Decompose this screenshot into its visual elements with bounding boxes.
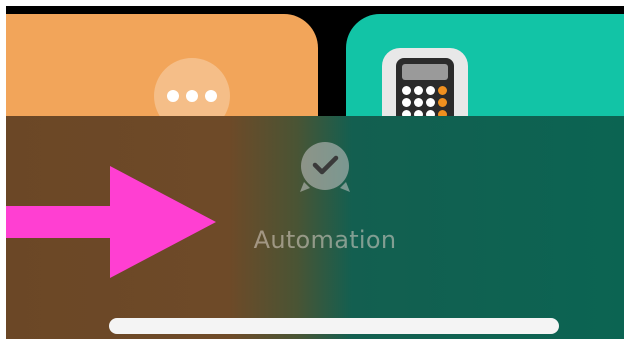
clock-check-icon bbox=[300, 142, 350, 192]
drag-preview-overlay: Automation bbox=[6, 116, 624, 339]
home-indicator[interactable] bbox=[109, 318, 559, 334]
more-dot bbox=[205, 90, 217, 102]
more-dot bbox=[186, 90, 198, 102]
arrow-right-icon bbox=[6, 166, 216, 278]
screen: Automation bbox=[6, 6, 624, 339]
calculator-display bbox=[402, 64, 448, 80]
automation-label: Automation bbox=[253, 226, 397, 254]
more-dot bbox=[167, 90, 179, 102]
